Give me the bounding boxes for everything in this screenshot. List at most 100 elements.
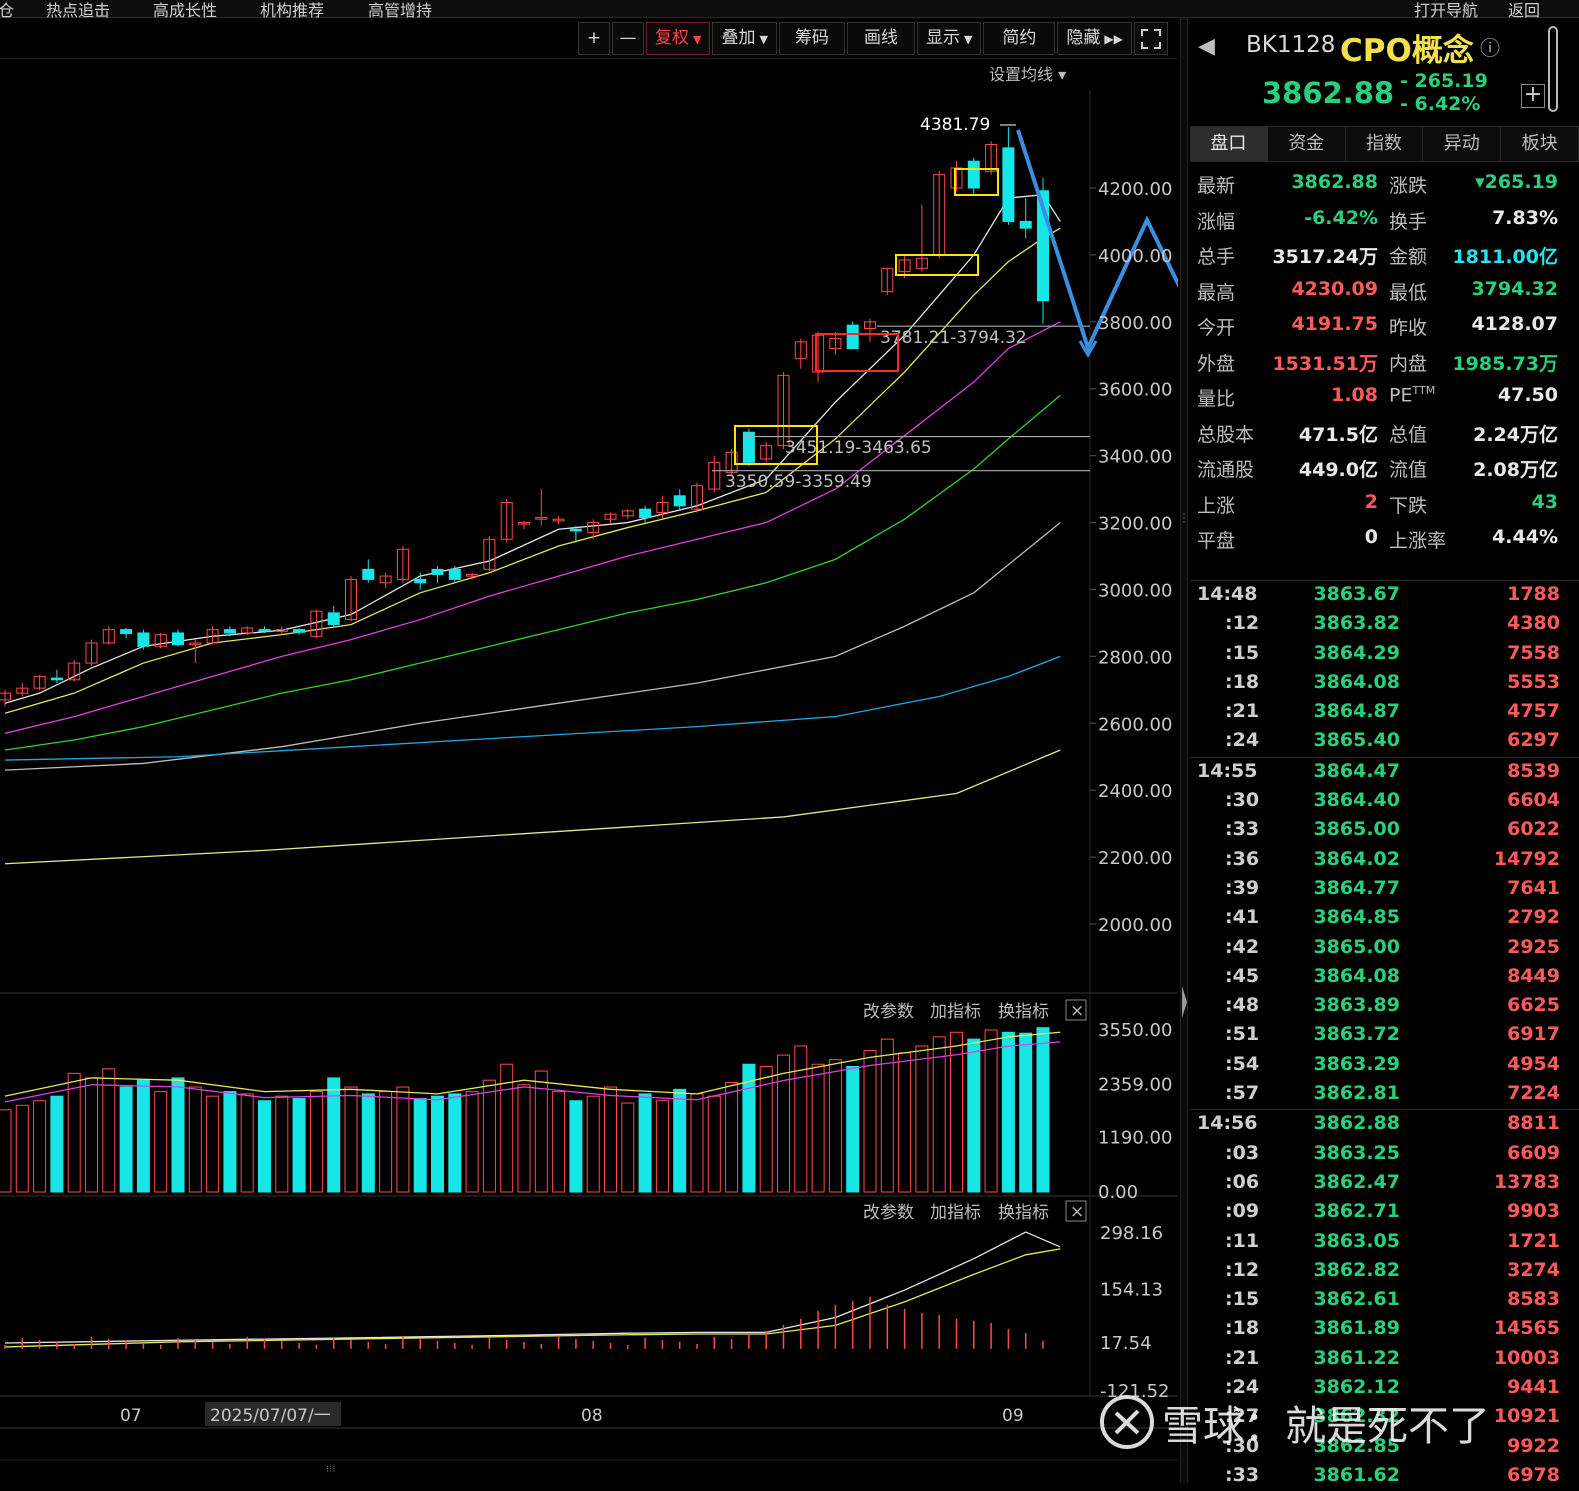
tick-row: :21 3861.22 10003 (1190, 1345, 1579, 1374)
panel-splitter[interactable] (1180, 18, 1188, 1483)
draw-line-button[interactable]: 画线 (846, 22, 915, 55)
prev-stock-icon[interactable]: ◀ (1198, 34, 1215, 59)
y-tick-label: 2600.00 (1098, 714, 1172, 735)
tick-row: :51 3863.72 6917 (1190, 1021, 1579, 1050)
tick-row: :12 3863.82 4380 (1190, 610, 1579, 639)
y-tick-label: 3200.00 (1098, 514, 1172, 535)
tick-volume: 6917 (1507, 1023, 1560, 1046)
hide-button[interactable]: 隐藏 ▶▶ (1057, 22, 1132, 55)
tab-index[interactable]: 指数 (1345, 127, 1424, 161)
tick-time: :21 (1225, 700, 1260, 723)
quote-row: 总股本 471.5亿 总值 2.24万亿 (1190, 414, 1579, 450)
scroll-grip-icon: ⁝⁝⁝ (326, 1464, 336, 1475)
tick-volume: 7558 (1507, 641, 1560, 664)
tick-time: :12 (1225, 1258, 1260, 1281)
display-button[interactable]: 显示 ▼ (916, 22, 982, 55)
stock-chart[interactable]: 4381.79 3781.21-3794.32 3451.19-3463.65 335… (0, 57, 1533, 1478)
tick-time: :12 (1225, 612, 1260, 635)
volume-bar (915, 1045, 929, 1193)
ma-line-ma20 (4, 321, 1061, 734)
splitter-handle-icon (1182, 513, 1187, 1018)
quote-label: 外盘 (1197, 352, 1236, 375)
y-tick-label: 2800.00 (1098, 647, 1172, 668)
tick-volume: 5553 (1507, 670, 1560, 693)
tick-row: :48 3863.89 6625 (1190, 992, 1579, 1021)
nav-item[interactable]: 高管增持 (368, 0, 432, 21)
chart-area[interactable]: 4381.79 3781.21-3794.32 3451.19-3463.65 335… (0, 57, 1533, 1478)
nav-item[interactable]: 机构推荐 (260, 0, 324, 21)
tick-volume: 2925 (1507, 935, 1560, 958)
xueqiu-logo (1100, 1395, 1154, 1449)
quote-value: 2.08万亿 (1473, 459, 1558, 481)
fuquan-button[interactable]: 复权 ▼ (646, 22, 711, 55)
add-watchlist-button[interactable]: + (1521, 84, 1545, 108)
chevron-down-icon: ▼ (759, 33, 768, 46)
volume-bar (932, 1036, 946, 1193)
stock-name: CPO概念 (1340, 33, 1474, 69)
tab-orderbook[interactable]: 盘口 (1190, 127, 1268, 161)
volume-bar (188, 1086, 202, 1193)
macd-y-label: 17.54 (1100, 1333, 1152, 1354)
macd-dif-line (4, 1231, 1061, 1344)
zoom-out-button[interactable]: — (612, 22, 644, 55)
panel-scroll-handle[interactable] (1548, 26, 1558, 112)
y-tick-label: 2400.00 (1098, 781, 1172, 802)
nav-item[interactable]: 热点追击 (46, 0, 110, 21)
tick-volume: 8583 (1507, 1288, 1560, 1311)
tick-row: :11 3863.05 1721 (1190, 1228, 1579, 1257)
candle-body (448, 568, 461, 580)
tick-volume: 1721 (1507, 1229, 1560, 1252)
price-change: - 265.19 (1400, 70, 1488, 92)
tick-price: 3864.29 (1313, 641, 1400, 664)
simple-mode-button[interactable]: 简约 (983, 22, 1056, 55)
volume-bar (794, 1045, 808, 1193)
volume-bar (85, 1077, 98, 1193)
macd-y-label: 154.13 (1100, 1279, 1163, 1300)
tick-price: 3864.47 (1313, 759, 1400, 782)
top-nav: 仓 热点追击 高成长性 机构推荐 高管增持 打开导航 返回 (0, 0, 1579, 21)
tick-price: 3864.40 (1313, 789, 1400, 812)
tab-anomaly[interactable]: 异动 (1423, 127, 1502, 161)
fullscreen-button[interactable] (1133, 22, 1168, 55)
tab-sector[interactable]: 板块 (1501, 127, 1579, 161)
quote-header: ◀ BK1128 CPO概念 ⓘ 3862.88 - 265.19 - 6.42… (1190, 18, 1579, 126)
tick-price: 3864.08 (1313, 964, 1400, 987)
volume-bar (517, 1084, 531, 1193)
volume-bar (811, 1063, 825, 1193)
quote-table: 最新 3862.88 涨跌 ▾265.19 涨幅 -6.42% 换手 7.83% 总手 3517.… (1190, 165, 1579, 556)
volume-bar (604, 1086, 617, 1193)
tick-time: :39 (1225, 876, 1260, 899)
tick-price: 3865.00 (1313, 818, 1400, 841)
quote-row: 外盘 1531.51万 内盘 1985.73万 (1190, 343, 1579, 379)
quote-row: 流通股 449.0亿 流值 2.08万亿 (1190, 449, 1579, 485)
quote-row: 今开 4191.75 昨收 4128.07 (1190, 307, 1579, 343)
tick-price: 3863.25 (1313, 1141, 1400, 1164)
overlay-label: 叠加 (721, 28, 756, 48)
tick-row: :33 3861.62 6978 (1190, 1462, 1579, 1491)
overlay-button[interactable]: 叠加 ▼ (712, 22, 777, 55)
tick-list[interactable]: 14:48 3863.67 1788:12 3863.82 4380:15 3864.29… (1190, 580, 1579, 1491)
quote-tabs: 盘口 资金 指数 异动 板块 (1190, 126, 1579, 162)
watermark-text: 雪球：就是死不了 (1162, 1402, 1490, 1450)
quote-label: 流值 (1389, 459, 1428, 481)
tick-price: 3863.67 (1313, 583, 1400, 605)
volume-bar (569, 1100, 583, 1193)
tick-time: :21 (1225, 1346, 1260, 1369)
info-icon[interactable]: ⓘ (1480, 32, 1500, 61)
tick-time: :57 (1225, 1082, 1260, 1105)
set-ma-button: 设置均线 ▾ (989, 65, 1066, 84)
nav-item[interactable]: 高成长性 (153, 0, 217, 21)
zoom-in-button[interactable]: + (578, 22, 610, 55)
chips-button[interactable]: 筹码 (778, 22, 845, 55)
tab-funds[interactable]: 资金 (1267, 127, 1346, 161)
tick-price: 3865.40 (1313, 729, 1400, 752)
x-axis-label: 08 (581, 1406, 603, 1426)
close-icon: × (1070, 1001, 1084, 1021)
quote-value: 3794.32 (1471, 277, 1558, 300)
volume-bar (742, 1063, 756, 1193)
change-params-button: 改参数 (863, 1203, 914, 1223)
volume-bar (379, 1091, 393, 1193)
tick-volume: 8811 (1507, 1112, 1560, 1135)
tick-volume: 1788 (1507, 583, 1560, 605)
nav-item[interactable]: 仓 (0, 0, 14, 21)
